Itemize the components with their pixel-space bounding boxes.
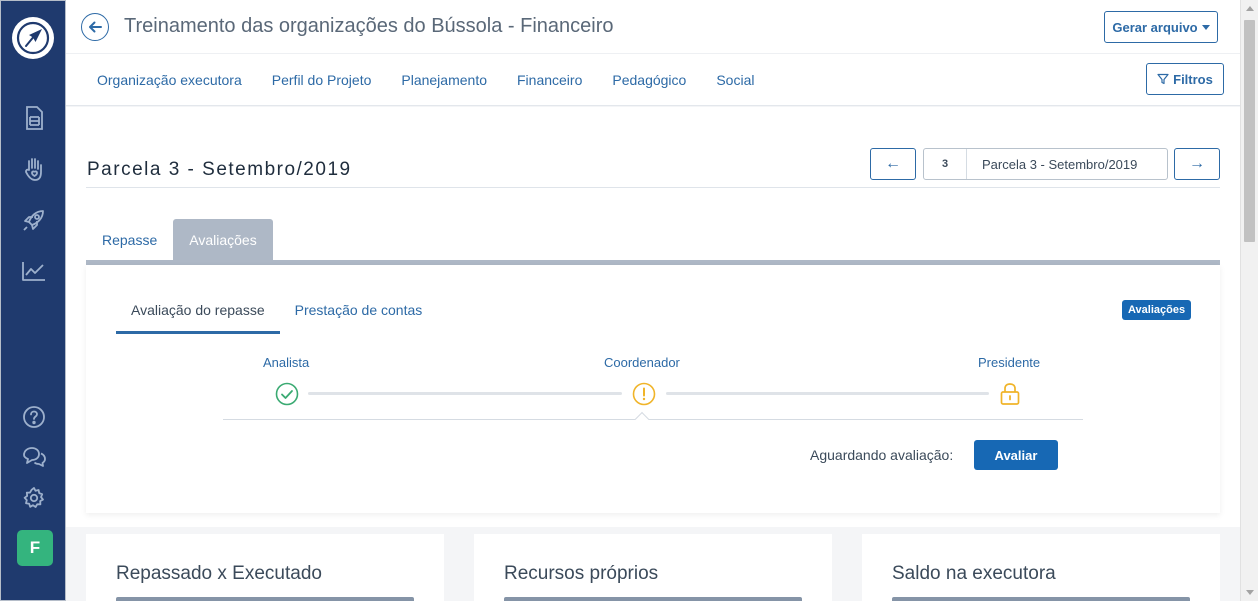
parcela-content: Parcela 3 - Setembro/2019 ← 3 Parcela 3 …: [66, 107, 1240, 527]
card-title: Repassado x Executado: [116, 563, 322, 584]
chat-icon[interactable]: [19, 442, 49, 472]
stage-connector: [308, 392, 622, 395]
app-logo[interactable]: [12, 17, 54, 59]
arrow-right-icon: →: [1189, 155, 1205, 172]
divider: [86, 187, 1220, 188]
document-icon[interactable]: [19, 103, 49, 133]
page-title: Treinamento das organizações do Bússola …: [124, 15, 614, 37]
arrow-left-icon: [89, 21, 102, 33]
card-saldo-executora: Saldo na executora: [862, 534, 1220, 601]
section-nav: Organização executora Perfil do Projeto …: [97, 72, 754, 88]
vertical-scrollbar[interactable]: [1240, 0, 1258, 601]
help-icon[interactable]: [19, 402, 49, 432]
stage-connector: [666, 392, 989, 395]
parcela-select-label: Parcela 3 - Setembro/2019: [982, 156, 1138, 172]
card-title: Recursos próprios: [504, 563, 659, 584]
nav-social[interactable]: Social: [716, 72, 754, 88]
stage-label-analista: Analista: [263, 355, 310, 370]
gerar-arquivo-label: Gerar arquivo: [1112, 19, 1198, 35]
gear-icon[interactable]: [19, 483, 49, 513]
card-title: Saldo na executora: [892, 563, 1056, 584]
card-recursos-proprios: Recursos próprios: [474, 534, 832, 601]
hand-heart-icon[interactable]: [19, 154, 49, 184]
card-header-bar: [504, 597, 802, 601]
card-header-bar: [892, 597, 1190, 601]
compass-logo-icon: [14, 19, 52, 57]
parcela-number: 3: [924, 149, 967, 179]
avaliacoes-badge: Avaliações: [1122, 300, 1192, 320]
nav-perfil-projeto[interactable]: Perfil do Projeto: [272, 72, 372, 88]
card-header-bar: [116, 597, 414, 601]
parcela-select[interactable]: 3 Parcela 3 - Setembro/2019: [923, 148, 1168, 180]
caret-down-icon: [1201, 24, 1210, 30]
card-repassado-executado: Repassado x Executado: [86, 534, 444, 601]
next-parcela-button[interactable]: →: [1174, 148, 1220, 180]
chart-line-icon[interactable]: [19, 256, 49, 286]
tab-avaliacoes[interactable]: Avaliações: [173, 219, 273, 260]
filtros-label: Filtros: [1173, 71, 1213, 87]
arrow-left-icon: ←: [885, 155, 901, 172]
rocket-icon[interactable]: [19, 205, 49, 235]
stepper-baseline: [223, 419, 1083, 420]
subtab-avaliacao-repasse[interactable]: Avaliação do repasse: [116, 293, 280, 334]
scroll-up-icon[interactable]: [1241, 0, 1258, 17]
scroll-down-icon[interactable]: [1241, 584, 1258, 601]
tab-repasse[interactable]: Repasse: [86, 219, 173, 260]
filtros-button[interactable]: Filtros: [1146, 63, 1224, 95]
avaliar-button[interactable]: Avaliar: [974, 440, 1058, 470]
parcela-title: Parcela 3 - Setembro/2019: [87, 159, 352, 180]
prev-parcela-button[interactable]: ←: [870, 148, 916, 180]
subtab-prestacao-contas[interactable]: Prestação de contas: [280, 293, 438, 334]
filter-icon: [1157, 73, 1169, 85]
scrollbar-thumb[interactable]: [1244, 20, 1255, 242]
check-circle-icon: [275, 382, 299, 406]
main-area: Treinamento das organizações do Bússola …: [66, 0, 1240, 601]
nav-financeiro[interactable]: Financeiro: [517, 72, 582, 88]
lock-icon: [998, 382, 1022, 406]
stage-label-presidente: Presidente: [978, 355, 1041, 370]
aguardando-avaliacao-label: Aguardando avaliação:: [810, 447, 954, 463]
avaliacoes-panel: Avaliação do repasse Prestação de contas…: [86, 265, 1220, 513]
header: Treinamento das organizações do Bússola …: [66, 0, 1240, 106]
user-avatar[interactable]: F: [17, 530, 53, 566]
back-button[interactable]: [81, 13, 109, 41]
nav-planejamento[interactable]: Planejamento: [401, 72, 487, 88]
gerar-arquivo-button[interactable]: Gerar arquivo: [1104, 11, 1218, 43]
header-top: Treinamento das organizações do Bússola …: [66, 0, 1240, 54]
stage-label-coordenador: Coordenador: [604, 355, 680, 370]
nav-organizacao-executora[interactable]: Organização executora: [97, 72, 242, 88]
sidebar: F: [0, 0, 66, 601]
nav-pedagogico[interactable]: Pedagógico: [612, 72, 686, 88]
parcela-tabs: Repasse Avaliações: [86, 219, 273, 260]
avaliacao-subtabs: Avaliação do repasse Prestação de contas: [116, 293, 437, 334]
exclamation-circle-icon: [632, 382, 656, 406]
stepper-pointer: [634, 411, 650, 427]
